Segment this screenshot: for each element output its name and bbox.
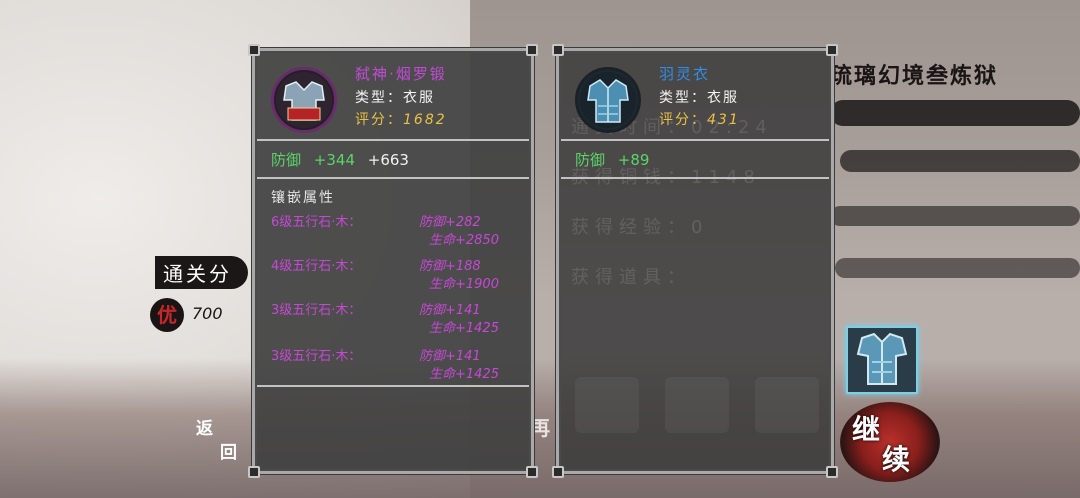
reward-slot bbox=[575, 377, 639, 433]
continue-label: 续 bbox=[882, 443, 911, 476]
socket-stat: 生命+1900 bbox=[429, 277, 499, 292]
new-item-panel: 通关时间：02:24 获得铜钱：1148 获得经验：0 获得道具： 羽灵衣 类型… bbox=[552, 44, 838, 478]
item-type: 类型：衣服 bbox=[659, 87, 739, 107]
result-title: 琉璃幻境叁炼狱 bbox=[830, 64, 999, 89]
grade-value: 700 bbox=[192, 304, 223, 323]
socket-stat: 防御+282 bbox=[419, 215, 481, 230]
panel-corner bbox=[248, 466, 260, 478]
item-icon bbox=[575, 67, 641, 133]
score-label: 评分： bbox=[659, 112, 707, 128]
continue-label: 继 bbox=[852, 413, 881, 446]
divider bbox=[257, 177, 529, 179]
socket-stat: 生命+1425 bbox=[429, 321, 499, 336]
defense-value: +344 bbox=[313, 151, 355, 169]
panel-corner bbox=[552, 44, 564, 56]
ink-stroke bbox=[830, 100, 1080, 126]
panel-corner bbox=[826, 44, 838, 56]
ghost-exp-text: 获得经验：0 bbox=[571, 217, 709, 238]
ink-stroke bbox=[830, 206, 1080, 226]
reward-slot bbox=[755, 377, 819, 433]
item-score: 评分：1682 bbox=[355, 109, 447, 129]
defense-extra: +663 bbox=[367, 151, 409, 169]
socket-stone: 6级五行石·木： bbox=[271, 215, 362, 230]
type-value: 衣服 bbox=[707, 90, 739, 106]
score-value: 1682 bbox=[403, 112, 447, 128]
grade-badge: 优 bbox=[150, 298, 184, 332]
socket-stone: 3级五行石·木： bbox=[271, 349, 362, 364]
item-name: 羽灵衣 bbox=[659, 65, 711, 83]
socket-stone: 4级五行石·木： bbox=[271, 259, 362, 274]
item-type: 类型：衣服 bbox=[355, 87, 435, 107]
divider bbox=[257, 139, 529, 141]
armor-icon bbox=[856, 332, 908, 385]
item-icon bbox=[271, 67, 337, 133]
socket-title: 镶嵌属性 bbox=[271, 190, 335, 206]
reward-slot bbox=[665, 377, 729, 433]
panel-corner bbox=[552, 466, 564, 478]
panel-corner bbox=[526, 44, 538, 56]
armor-icon bbox=[276, 72, 332, 128]
socket-stat: 生命+2850 bbox=[429, 233, 499, 248]
divider bbox=[561, 139, 829, 141]
ink-stroke bbox=[835, 258, 1080, 278]
armor-preview-slot[interactable] bbox=[846, 326, 918, 394]
equipped-item-panel: 弑神·烟罗锻 类型：衣服 评分：1682 防御 +344 +663 镶嵌属性 6… bbox=[248, 44, 538, 478]
socket-stat: 生命+1425 bbox=[429, 367, 499, 382]
socket-entry: 3级五行石·木： 防御+141 生命+1425 bbox=[271, 345, 521, 385]
socket-entry: 6级五行石·木： 防御+282 生命+2850 bbox=[271, 211, 521, 251]
socket-entry: 4级五行石·木： 防御+188 生命+1900 bbox=[271, 255, 521, 295]
panel-corner bbox=[248, 44, 260, 56]
defense-label: 防御 bbox=[575, 151, 606, 169]
back-button[interactable]: 返 回 bbox=[190, 410, 250, 464]
socket-stone: 3级五行石·木： bbox=[271, 303, 362, 318]
ink-stroke bbox=[840, 150, 1080, 172]
item-name: 弑神·烟罗锻 bbox=[355, 65, 447, 83]
socket-stat: 防御+188 bbox=[419, 259, 481, 274]
back-label: 回 bbox=[220, 443, 237, 463]
socket-entry: 3级五行石·木： 防御+141 生命+1425 bbox=[271, 299, 521, 339]
panel-corner bbox=[826, 466, 838, 478]
back-label: 返 bbox=[196, 419, 213, 439]
item-score: 评分：431 bbox=[659, 109, 740, 129]
score-value: 431 bbox=[707, 112, 740, 128]
panel-corner bbox=[526, 466, 538, 478]
divider bbox=[257, 385, 529, 387]
type-label: 类型： bbox=[659, 90, 707, 106]
socket-stat: 防御+141 bbox=[419, 349, 481, 364]
defense-row: 防御 +344 +663 bbox=[271, 149, 409, 170]
socket-stat: 防御+141 bbox=[419, 303, 481, 318]
armor-icon bbox=[580, 72, 636, 128]
type-value: 衣服 bbox=[403, 90, 435, 106]
divider bbox=[561, 177, 829, 179]
defense-value: +89 bbox=[617, 151, 650, 169]
defense-row: 防御 +89 bbox=[575, 149, 649, 170]
ghost-items-text: 获得道具： bbox=[571, 267, 691, 288]
score-label: 评分： bbox=[355, 112, 403, 128]
type-label: 类型： bbox=[355, 90, 403, 106]
continue-button[interactable]: 继 续 bbox=[840, 402, 940, 482]
score-label: 通关分 bbox=[155, 256, 248, 289]
defense-label: 防御 bbox=[271, 151, 302, 169]
